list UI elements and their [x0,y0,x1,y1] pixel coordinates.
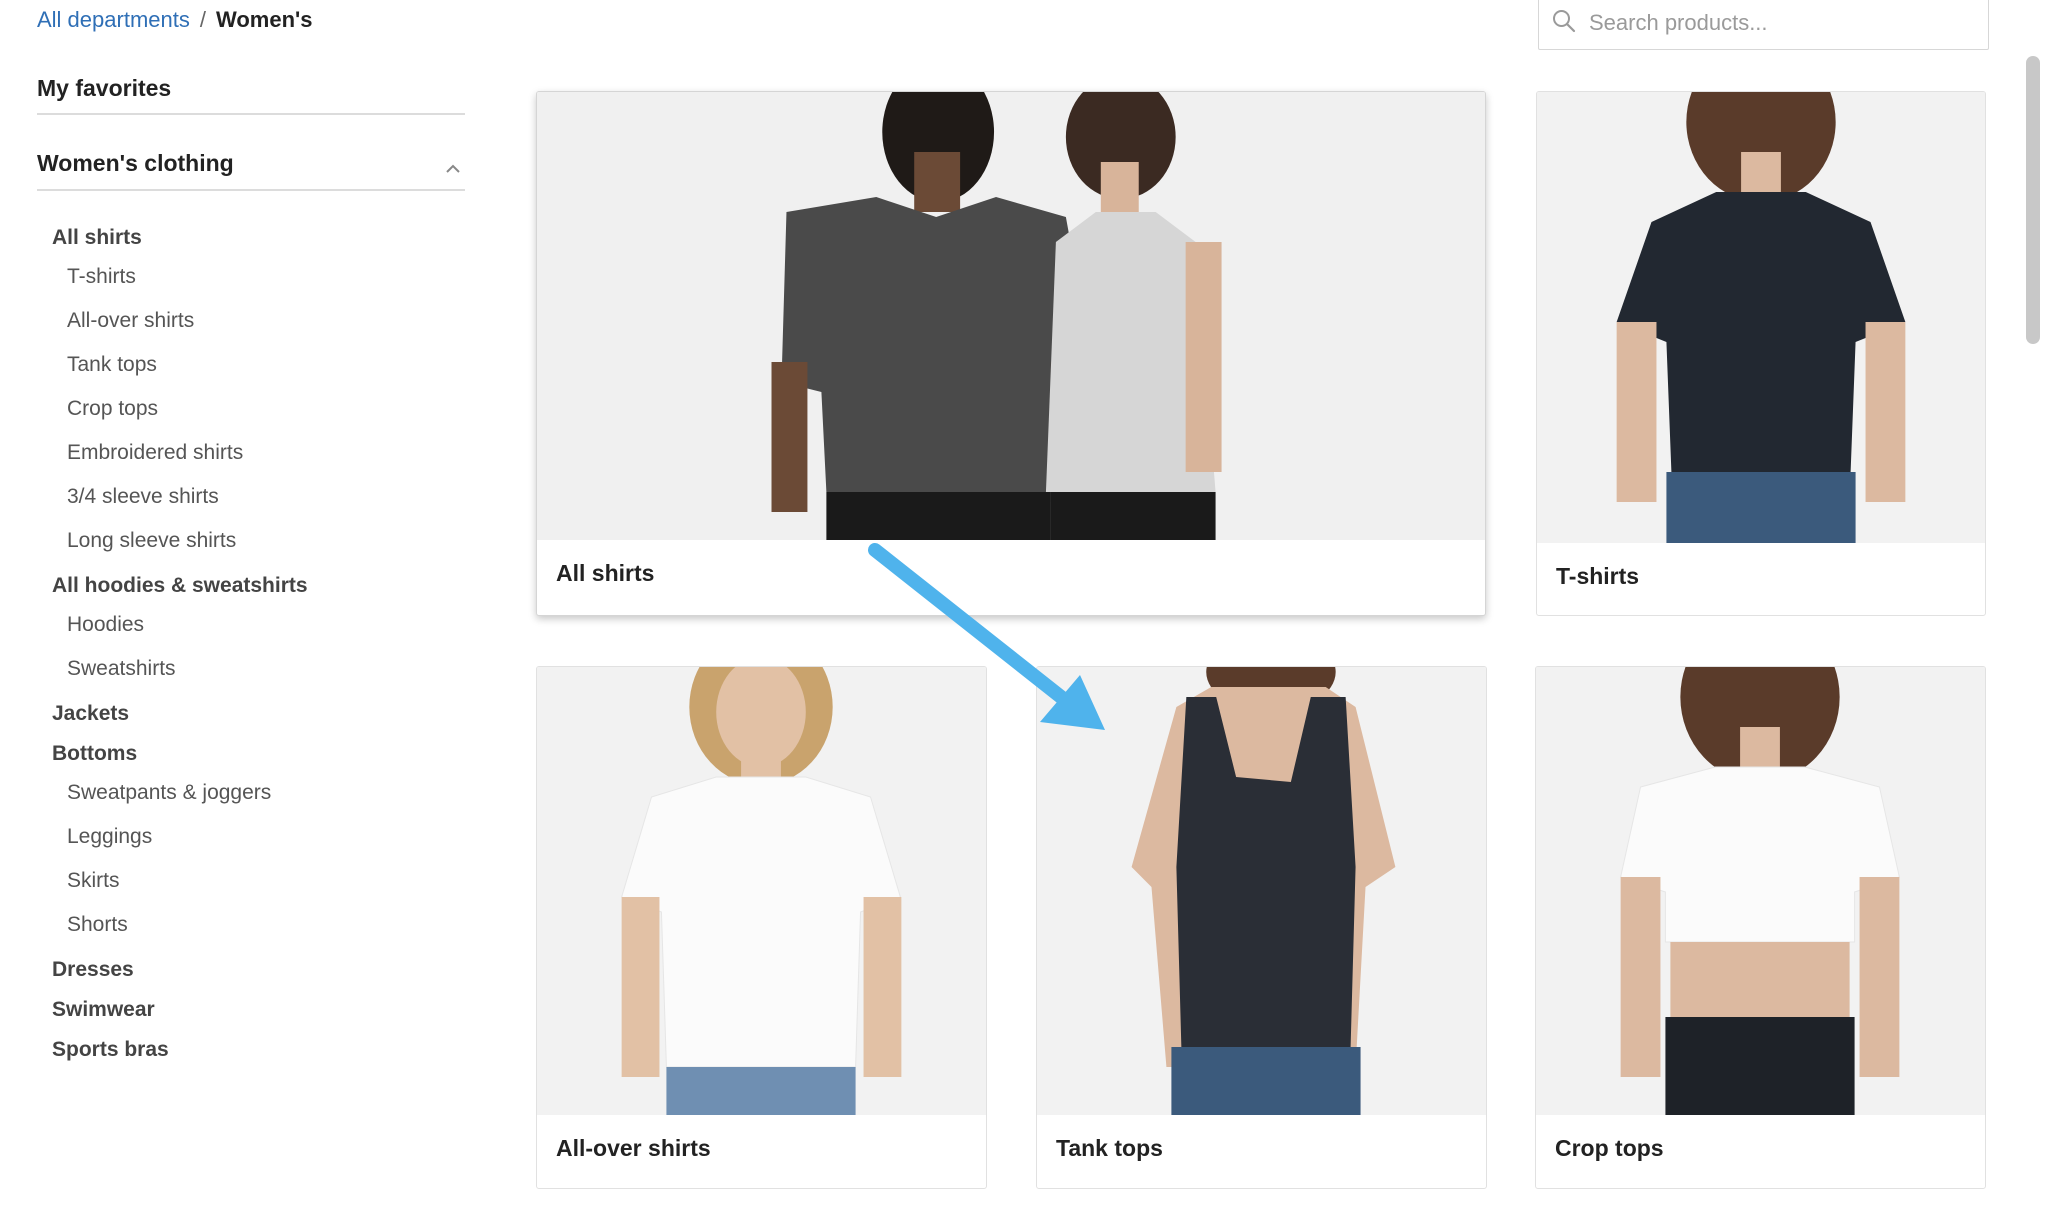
chevron-up-icon[interactable] [443,153,463,189]
card-label: Tank tops [1056,1135,1163,1161]
sidebar-group-sports-bras[interactable]: Sports bras [37,1033,465,1067]
breadcrumb-separator: / [199,7,206,32]
category-card-t-shirts[interactable]: T-shirts [1536,91,1986,616]
my-favorites-link[interactable]: My favorites [37,70,465,115]
category-card-crop-tops[interactable]: Crop tops [1535,666,1986,1189]
category-card-tank-tops[interactable]: Tank tops [1036,666,1487,1189]
product-photo [1037,667,1486,1115]
sidebar-item-sweatshirts[interactable]: Sweatshirts [37,647,465,691]
category-card-all-over-shirts[interactable]: All-over shirts [536,666,987,1189]
page-scrollbar[interactable] [2026,56,2040,344]
sidebar-group-dresses[interactable]: Dresses [37,953,465,987]
sidebar-item-hoodies[interactable]: Hoodies [37,603,465,647]
sidebar-group-hoodies-sweatshirts[interactable]: All hoodies & sweatshirts [37,569,465,603]
search-input[interactable] [1587,9,1967,37]
breadcrumb-current: Women's [215,7,313,32]
sidebar-group-swimwear[interactable]: Swimwear [37,993,465,1027]
product-photo [537,667,986,1115]
sidebar-group-jackets[interactable]: Jackets [37,697,465,731]
womens-clothing-section-header[interactable]: Women's clothing [37,145,465,191]
womens-clothing-title: Women's clothing [37,150,234,176]
search-icon [1551,8,1577,39]
product-photo [1536,667,1985,1115]
sidebar-item-tank-tops[interactable]: Tank tops [37,343,465,387]
sidebar-group-all-shirts[interactable]: All shirts [37,221,465,255]
sidebar-item-t-shirts[interactable]: T-shirts [37,255,465,299]
sidebar-item-long-sleeve-shirts[interactable]: Long sleeve shirts [37,519,465,563]
sidebar-item-sweatpants-joggers[interactable]: Sweatpants & joggers [37,771,465,815]
search-box[interactable] [1538,0,1989,50]
card-label: All-over shirts [556,1135,711,1161]
sidebar-item-embroidered-shirts[interactable]: Embroidered shirts [37,431,465,475]
card-label: T-shirts [1556,563,1640,589]
breadcrumb-all-departments-link[interactable]: All departments [37,7,190,32]
product-photo [1537,92,1985,543]
category-card-all-shirts[interactable]: All shirts [536,91,1486,616]
sidebar-item-three-quarter-sleeve-shirts[interactable]: 3/4 sleeve shirts [37,475,465,519]
sidebar-item-all-over-shirts[interactable]: All-over shirts [37,299,465,343]
card-label: Crop tops [1555,1135,1664,1161]
sidebar-item-shorts[interactable]: Shorts [37,903,465,947]
breadcrumb: All departments / Women's [37,6,313,34]
card-label: All shirts [556,560,655,586]
sidebar-group-bottoms[interactable]: Bottoms [37,737,465,771]
sidebar-item-leggings[interactable]: Leggings [37,815,465,859]
sidebar-item-crop-tops[interactable]: Crop tops [37,387,465,431]
category-list: All shirts T-shirts All-over shirts Tank… [37,221,465,1067]
category-sidebar: My favorites Women's clothing All shirts… [37,70,465,1067]
sidebar-item-skirts[interactable]: Skirts [37,859,465,903]
product-photo [537,92,1485,540]
